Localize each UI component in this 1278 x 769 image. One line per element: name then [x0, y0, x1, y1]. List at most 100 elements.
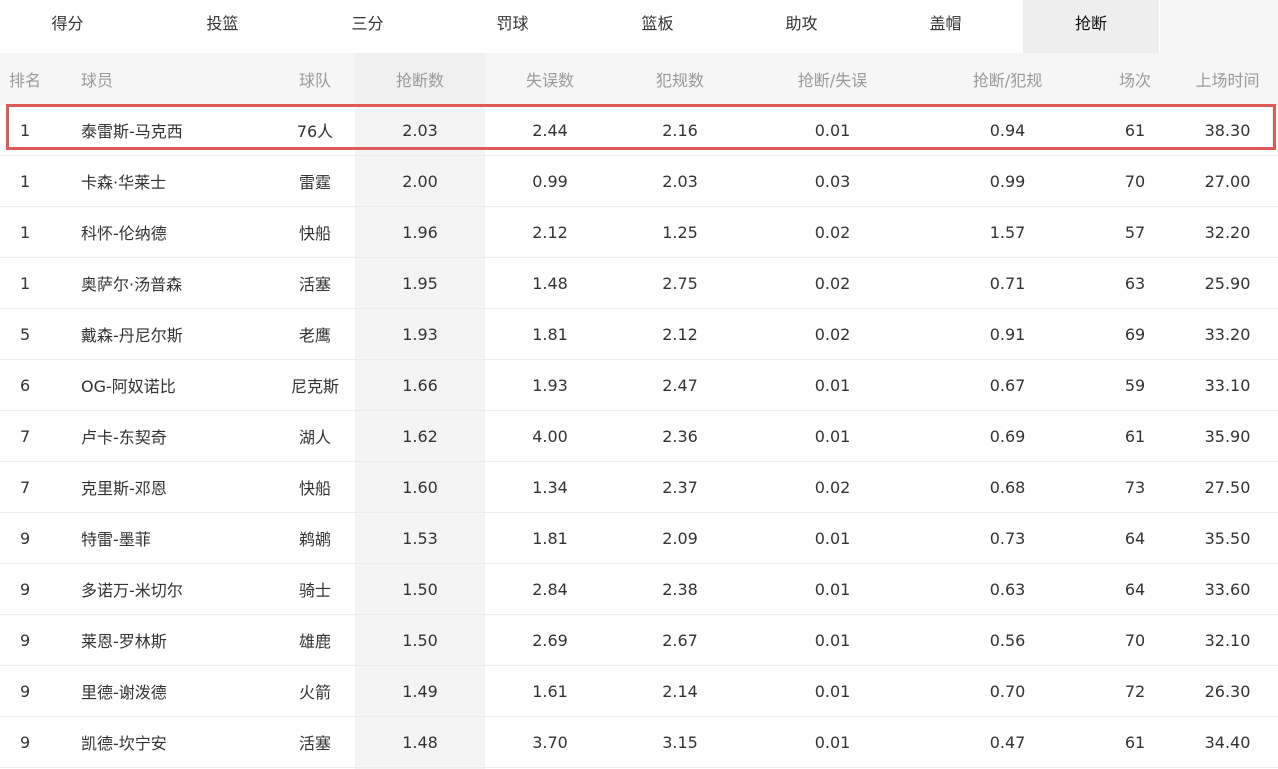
cell-steal-turnover: 0.01 — [814, 630, 851, 650]
tab-steals[interactable]: 抢断 — [1023, 0, 1159, 53]
cell-player[interactable]: 莱恩-罗林斯 — [81, 615, 281, 665]
table-row[interactable]: 9 多诺万-米切尔 骑士 1.50 2.84 2.38 0.01 0.63 64 33.60 — [0, 564, 1278, 615]
cell-team: 尼克斯 — [290, 377, 339, 396]
cell-fouls: 2.12 — [662, 324, 698, 344]
tab-rebounds[interactable]: 篮板 — [590, 0, 725, 53]
cell-fouls: 2.14 — [662, 681, 698, 701]
table-row[interactable]: 9 凯德-坎宁安 活塞 1.48 3.70 3.15 0.01 0.47 61 34.40 — [0, 717, 1278, 768]
cell-player[interactable]: 凯德-坎宁安 — [81, 717, 281, 767]
cell-team: 骑士 — [298, 581, 331, 600]
cell-team: 雷霆 — [298, 173, 331, 192]
cell-games: 63 — [1124, 273, 1146, 293]
table-row[interactable]: 7 卢卡-东契奇 湖人 1.62 4.00 2.36 0.01 0.69 61 35.90 — [0, 411, 1278, 462]
header-turnovers[interactable]: 失误数 — [485, 53, 615, 105]
cell-steal-turnover: 0.02 — [814, 477, 851, 497]
cell-fouls: 2.67 — [662, 630, 698, 650]
cell-games: 61 — [1124, 120, 1146, 140]
cell-games: 69 — [1124, 324, 1146, 344]
cell-fouls: 2.37 — [662, 477, 698, 497]
cell-rank: 9 — [20, 732, 31, 752]
cell-steals: 1.96 — [402, 222, 438, 242]
cell-turnovers: 1.81 — [532, 324, 568, 344]
cell-player[interactable]: 特雷-墨菲 — [81, 513, 281, 563]
cell-minutes: 34.40 — [1204, 732, 1251, 752]
cell-turnovers: 2.44 — [532, 120, 568, 140]
cell-rank: 6 — [20, 375, 31, 395]
cell-steal-turnover: 0.01 — [814, 732, 851, 752]
tab-freethrows[interactable]: 罚球 — [445, 0, 580, 53]
cell-steals: 1.66 — [402, 375, 438, 395]
cell-steal-foul: 0.56 — [989, 630, 1026, 650]
cell-rank: 7 — [20, 477, 31, 497]
header-rank[interactable]: 排名 — [9, 53, 59, 105]
cell-minutes: 32.20 — [1204, 222, 1251, 242]
cell-player[interactable]: 克里斯-邓恩 — [81, 462, 281, 512]
tab-shooting[interactable]: 投篮 — [155, 0, 290, 53]
cell-steal-foul: 0.99 — [989, 171, 1026, 191]
header-games[interactable]: 场次 — [1095, 53, 1175, 105]
tab-threes[interactable]: 三分 — [300, 0, 435, 53]
header-steal-foul[interactable]: 抢断/犯规 — [920, 53, 1095, 105]
tab-bar-filler — [1160, 0, 1278, 53]
header-minutes[interactable]: 上场时间 — [1180, 53, 1275, 105]
cell-fouls: 1.25 — [662, 222, 698, 242]
cell-team: 雄鹿 — [298, 632, 331, 651]
cell-turnovers: 2.12 — [532, 222, 568, 242]
header-fouls[interactable]: 犯规数 — [615, 53, 745, 105]
cell-turnovers: 1.81 — [532, 528, 568, 548]
cell-player[interactable]: 泰雷斯-马克西 — [81, 105, 281, 155]
cell-rank: 9 — [20, 579, 31, 599]
cell-turnovers: 1.93 — [532, 375, 568, 395]
cell-player[interactable]: 卢卡-东契奇 — [81, 411, 281, 461]
cell-team: 76人 — [296, 122, 334, 141]
cell-team: 活塞 — [298, 734, 331, 753]
cell-steal-foul: 0.47 — [989, 732, 1026, 752]
cell-player[interactable]: 多诺万-米切尔 — [81, 564, 281, 614]
cell-rank: 7 — [20, 426, 31, 446]
cell-steals: 2.03 — [402, 120, 438, 140]
table-row[interactable]: 6 OG-阿奴诺比 尼克斯 1.66 1.93 2.47 0.01 0.67 59 33.10 — [0, 360, 1278, 411]
cell-steals: 1.53 — [402, 528, 438, 548]
cell-rank: 9 — [20, 528, 31, 548]
cell-player[interactable]: OG-阿奴诺比 — [81, 360, 281, 410]
tab-blocks[interactable]: 盖帽 — [878, 0, 1013, 53]
stat-category-tabs: 得分 投篮 三分 罚球 篮板 助攻 盖帽 抢断 — [0, 0, 1278, 53]
cell-steal-turnover: 0.01 — [814, 528, 851, 548]
table-row[interactable]: 1 奥萨尔·汤普森 活塞 1.95 1.48 2.75 0.02 0.71 63 25.90 — [0, 258, 1278, 309]
cell-player[interactable]: 里德-谢泼德 — [81, 666, 281, 716]
cell-team: 鹈鹕 — [298, 530, 331, 549]
cell-steal-foul: 1.57 — [989, 222, 1026, 242]
header-steals[interactable]: 抢断数 — [355, 53, 485, 105]
table-row[interactable]: 1 泰雷斯-马克西 76人 2.03 2.44 2.16 0.01 0.94 61 38.30 — [0, 105, 1278, 156]
cell-steal-foul: 0.67 — [989, 375, 1026, 395]
table-row[interactable]: 5 戴森-丹尼尔斯 老鹰 1.93 1.81 2.12 0.02 0.91 69 33.20 — [0, 309, 1278, 360]
table-row[interactable]: 1 科怀-伦纳德 快船 1.96 2.12 1.25 0.02 1.57 57 32.20 — [0, 207, 1278, 258]
cell-steal-turnover: 0.02 — [814, 222, 851, 242]
cell-steal-foul: 0.63 — [989, 579, 1026, 599]
header-steal-turnover[interactable]: 抢断/失误 — [745, 53, 920, 105]
cell-turnovers: 1.61 — [532, 681, 568, 701]
cell-player[interactable]: 科怀-伦纳德 — [81, 207, 281, 257]
cell-minutes: 26.30 — [1204, 681, 1251, 701]
table-row[interactable]: 9 里德-谢泼德 火箭 1.49 1.61 2.14 0.01 0.70 72 26.30 — [0, 666, 1278, 717]
table-row[interactable]: 7 克里斯-邓恩 快船 1.60 1.34 2.37 0.02 0.68 73 27.50 — [0, 462, 1278, 513]
cell-minutes: 38.30 — [1204, 120, 1251, 140]
cell-turnovers: 3.70 — [532, 732, 568, 752]
tab-points[interactable]: 得分 — [0, 0, 135, 53]
cell-steals: 2.00 — [402, 171, 438, 191]
cell-steal-turnover: 0.02 — [814, 273, 851, 293]
table-row[interactable]: 9 特雷-墨菲 鹈鹕 1.53 1.81 2.09 0.01 0.73 64 35.50 — [0, 513, 1278, 564]
table-row[interactable]: 9 莱恩-罗林斯 雄鹿 1.50 2.69 2.67 0.01 0.56 70 32.10 — [0, 615, 1278, 666]
tab-assists[interactable]: 助攻 — [734, 0, 869, 53]
table-row[interactable]: 1 卡森·华莱士 雷霆 2.00 0.99 2.03 0.03 0.99 70 27.00 — [0, 156, 1278, 207]
cell-player[interactable]: 奥萨尔·汤普森 — [81, 258, 281, 308]
cell-minutes: 27.50 — [1204, 477, 1251, 497]
cell-player[interactable]: 卡森·华莱士 — [81, 156, 281, 206]
header-team: 球队 — [298, 71, 331, 90]
cell-games: 61 — [1124, 732, 1146, 752]
cell-player[interactable]: 戴森-丹尼尔斯 — [81, 309, 281, 359]
cell-rank: 9 — [20, 630, 31, 650]
cell-minutes: 32.10 — [1204, 630, 1251, 650]
cell-steal-turnover: 0.02 — [814, 324, 851, 344]
cell-fouls: 2.38 — [662, 579, 698, 599]
